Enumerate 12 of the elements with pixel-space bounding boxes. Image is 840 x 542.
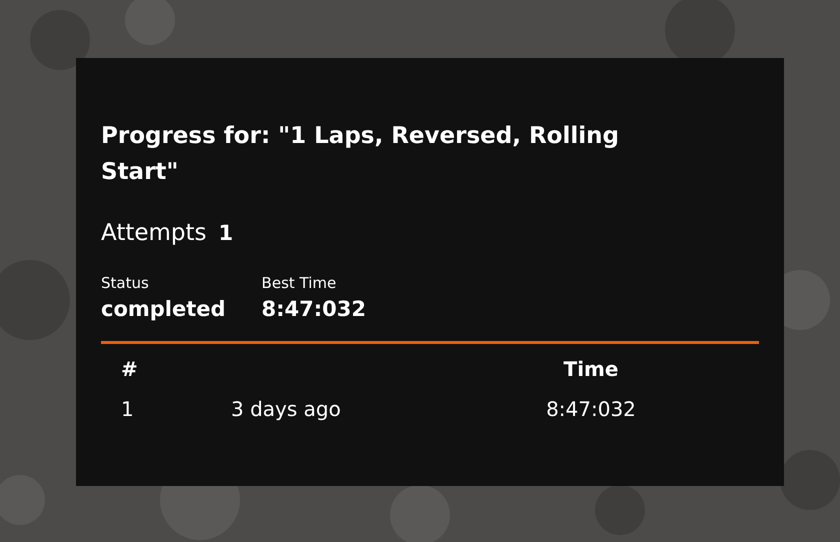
column-header: #	[120, 356, 139, 383]
stat-label: Best Time	[262, 273, 338, 294]
stat-value: completed	[101, 296, 226, 323]
column-header: Time	[562, 356, 620, 383]
card-title: Progress for: "1 Laps, Reversed, Rolling Start"	[101, 122, 620, 187]
attempts-label: Attempts	[101, 220, 207, 246]
table-cell-text: 3 days ago	[231, 396, 342, 423]
attempts-value: 1	[218, 221, 234, 245]
table-cell-text: 1	[120, 396, 135, 423]
stat-value: 8:47:032	[262, 296, 366, 323]
stat-label: Status	[101, 273, 150, 294]
table-cell-text: 8:47:032	[545, 396, 637, 423]
